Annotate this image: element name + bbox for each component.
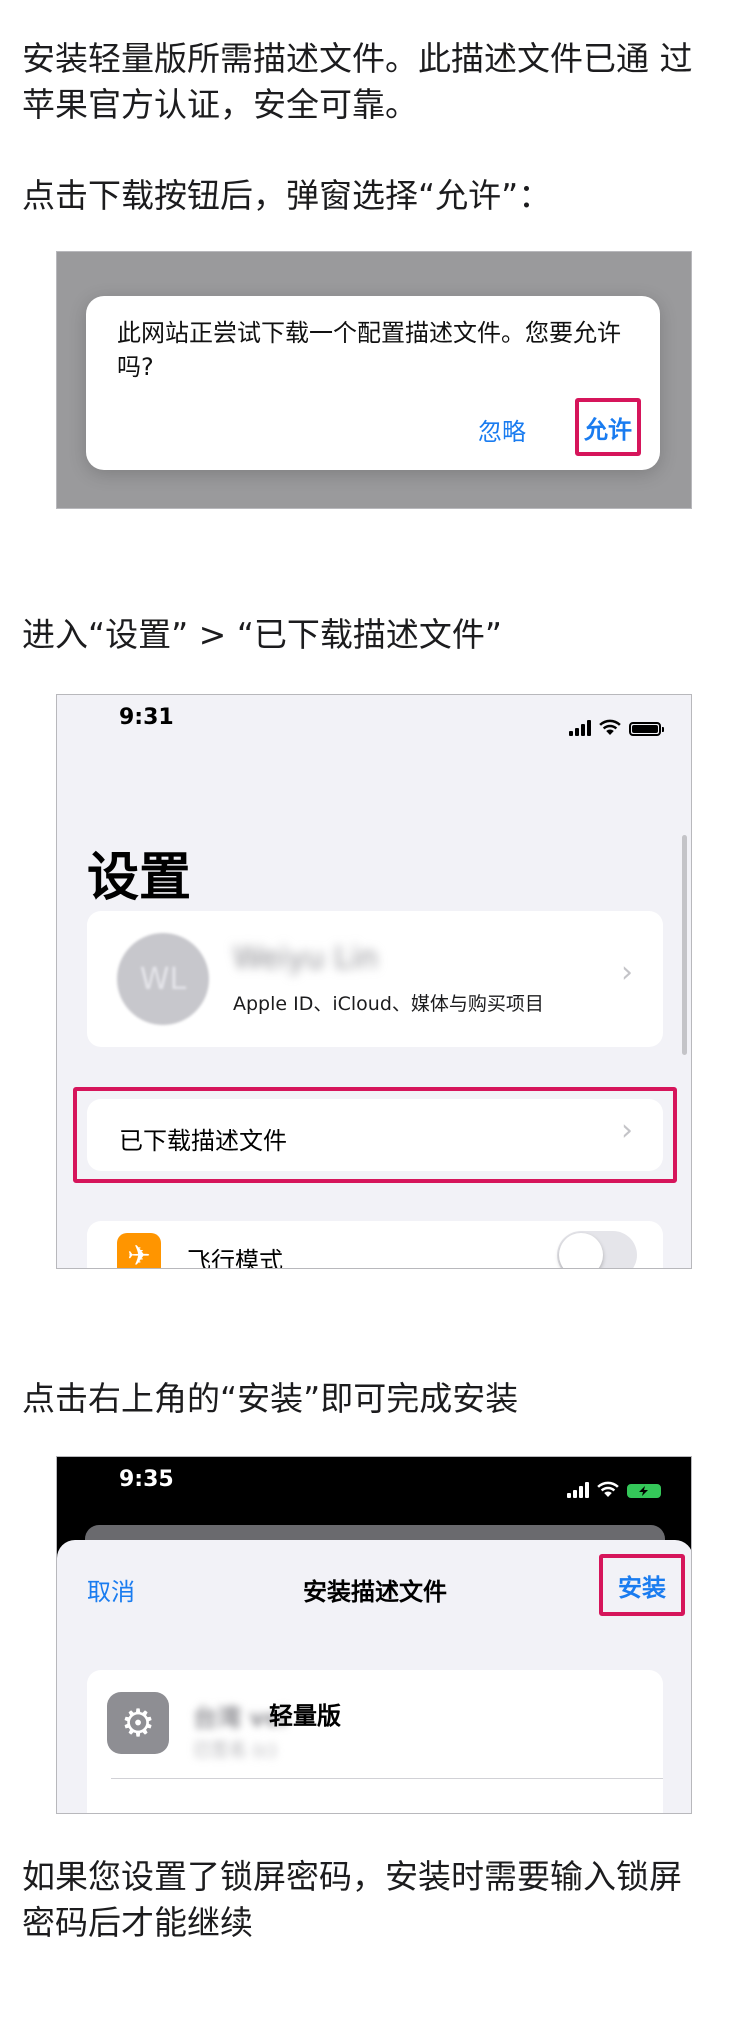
airplane-mode-row[interactable]: ✈ 飞行模式 [87,1221,663,1269]
sheet-title: 安装描述文件 [303,1578,447,1606]
account-subtitle: Apple ID、iCloud、媒体与购买项目 [233,993,544,1015]
allow-button[interactable]: 允许 [575,398,641,456]
ignore-button[interactable]: 忽略 [478,412,526,447]
status-time: 9:31 [119,705,174,730]
battery-charging-icon [627,1484,664,1498]
install-button[interactable]: 安装 [599,1554,685,1616]
gear-icon: ⚙ [107,1692,169,1754]
toggle-knob [559,1233,603,1268]
outro-text: 如果您设置了锁屏密码，安装时需要输入锁屏 密码后才能继续 [22,1854,722,1946]
download-profile-dialog: 此网站正尝试下载一个配置描述文件。您要允许吗? 忽略 允许 [86,296,660,470]
divider [111,1778,663,1779]
intro-text: 安装轻量版所需描述文件。此描述文件已通 过 苹果官方认证，安全可靠。 [22,36,722,128]
dialog-screenshot: 此网站正尝试下载一个配置描述文件。您要允许吗? 忽略 允许 [56,251,692,509]
cellular-signal-icon [569,720,591,736]
airplane-mode-toggle[interactable] [557,1231,637,1268]
outro-line-1: 如果您设置了锁屏密码，安装时需要输入锁屏 [22,1857,682,1896]
settings-screenshot: 9:31 设置 WL Weiyu Lin Apple ID、iCloud、媒体与… [56,694,692,1269]
step-3-text: 点击右上角的“安装”即可完成安装 [22,1379,519,1418]
install-profile-sheet: 安装描述文件 取消 安装 ⚙ 台湾 vci 轻量版 已签名 (c) [57,1540,691,1813]
status-icons [569,719,664,736]
chevron-right-icon: › [621,1113,633,1148]
status-icons [567,1481,664,1498]
battery-icon [629,722,664,736]
account-card[interactable]: WL Weiyu Lin Apple ID、iCloud、媒体与购买项目 › [87,911,663,1047]
downloaded-profile-row[interactable]: 已下载描述文件 › [87,1099,663,1171]
wifi-icon [599,719,621,735]
cellular-signal-icon [567,1482,589,1498]
airplane-mode-label: 飞行模式 [187,1247,283,1269]
step-1-text: 点击下载按钮后，弹窗选择“允许”： [22,176,552,215]
intro-line-1: 安装轻量版所需描述文件。此描述文件已通 过 [22,39,693,78]
status-time: 9:35 [119,1467,174,1492]
wifi-icon [597,1481,619,1497]
cancel-button[interactable]: 取消 [87,1572,135,1607]
chevron-right-icon: › [621,955,633,990]
settings-title: 设置 [87,848,192,908]
airplane-icon: ✈ [117,1233,161,1268]
profile-subtitle: 已签名 (c) [193,1740,277,1761]
step-2-text: 进入“设置” > “已下载描述文件” [22,615,503,654]
intro-line-2: 苹果官方认证，安全可靠。 [22,85,418,124]
install-screenshot: 9:35 安装描述文件 取消 安装 ⚙ 台湾 vci 轻量版 已签名 (c) [56,1456,692,1814]
account-name: Weiyu Lin [233,941,379,976]
dialog-message: 此网站正尝试下载一个配置描述文件。您要允许吗? [117,319,621,381]
outro-line-2: 密码后才能继续 [22,1903,253,1942]
downloaded-profile-label: 已下载描述文件 [119,1127,287,1155]
profile-name: 轻量版 [269,1702,341,1730]
avatar: WL [117,933,209,1025]
scrollbar[interactable] [682,835,687,1055]
profile-card[interactable]: ⚙ 台湾 vci 轻量版 已签名 (c) [87,1670,663,1813]
